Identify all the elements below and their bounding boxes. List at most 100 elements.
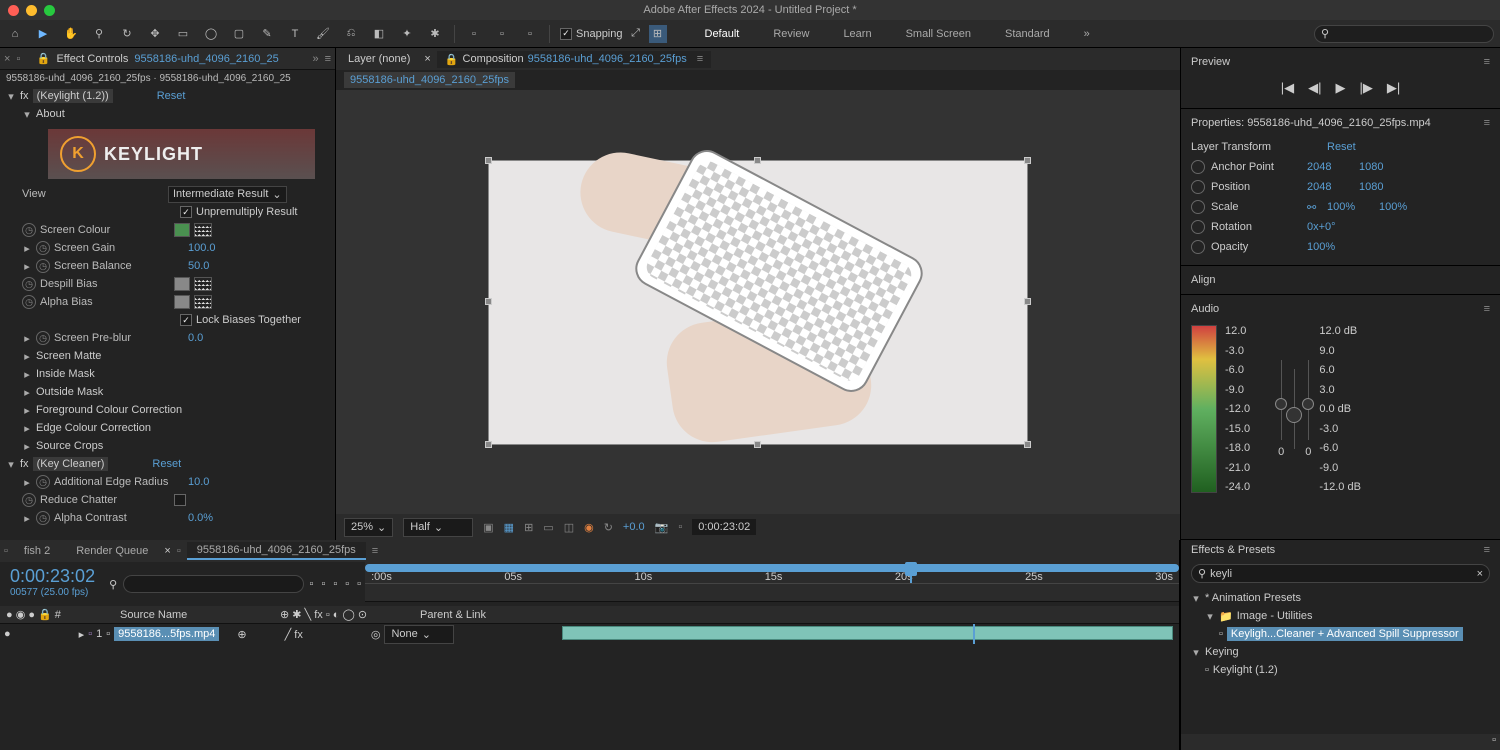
show-snapshot-icon[interactable]: ▫ — [678, 521, 682, 533]
stopwatch-icon[interactable]: ◷ — [22, 295, 36, 309]
stopwatch-icon[interactable]: ◷ — [36, 475, 50, 489]
workspace-standard[interactable]: Standard — [997, 24, 1058, 44]
lock-biases-checkbox[interactable]: ✓ — [180, 314, 192, 326]
pen-tool-icon[interactable]: ✎ — [258, 25, 276, 43]
keylight-reset[interactable]: Reset — [157, 90, 186, 102]
audio-slider-right[interactable] — [1308, 360, 1309, 440]
img-util-folder[interactable]: Image - Utilities — [1237, 610, 1313, 622]
resize-handle[interactable] — [485, 157, 492, 164]
keying-folder[interactable]: Keying — [1205, 646, 1239, 658]
playhead[interactable] — [910, 562, 912, 583]
visibility-icon[interactable]: ● — [4, 628, 11, 640]
keycleaner-effect-name[interactable]: (Key Cleaner) — [33, 457, 109, 471]
alpha-bias-swatch[interactable] — [174, 295, 190, 309]
resize-handle[interactable] — [1024, 157, 1031, 164]
shape-tool-icon[interactable]: ▢ — [230, 25, 248, 43]
help-search[interactable]: ⚲ — [1314, 25, 1494, 43]
orbit-tool-icon[interactable]: ↻ — [118, 25, 136, 43]
anchor-x[interactable]: 2048 — [1307, 161, 1353, 173]
brush-tool-icon[interactable]: 🖌 — [314, 25, 332, 43]
inside-mask-label[interactable]: Inside Mask — [36, 368, 95, 380]
stopwatch-icon[interactable] — [1191, 240, 1205, 254]
snapping-checkbox[interactable]: ✓ — [560, 28, 572, 40]
timeline-tab-renderqueue[interactable]: Render Queue — [66, 543, 158, 559]
eyedropper-icon[interactable] — [194, 277, 212, 291]
audio-slider-left[interactable] — [1281, 360, 1282, 440]
resize-handle[interactable] — [1024, 441, 1031, 448]
workspace-more-icon[interactable]: » — [1076, 24, 1098, 44]
zoom-dropdown[interactable]: 25%⌄ — [344, 518, 393, 537]
home-icon[interactable]: ⌂ — [6, 25, 24, 43]
twirl-icon[interactable]: ▾ — [6, 90, 16, 103]
close-window-icon[interactable] — [8, 5, 19, 16]
fg-colour-label[interactable]: Foreground Colour Correction — [36, 404, 182, 416]
graph-icon-2[interactable]: ▫ — [493, 25, 511, 43]
twirl-icon[interactable]: ▾ — [1191, 646, 1201, 659]
panel-menu-icon[interactable]: ≡ — [325, 53, 331, 65]
twirl-icon[interactable]: ▸ — [22, 332, 32, 345]
fx-badge-icon[interactable]: fx — [20, 90, 29, 102]
keycleaner-reset[interactable]: Reset — [152, 458, 181, 470]
resolution-dropdown[interactable]: Half⌄ — [403, 518, 473, 537]
snap-ext-icon[interactable]: ⤢ — [627, 25, 645, 43]
stopwatch-icon[interactable] — [1191, 220, 1205, 234]
twirl-icon[interactable]: ▸ — [79, 628, 85, 641]
workspace-smallscreen[interactable]: Small Screen — [898, 24, 979, 44]
stopwatch-icon[interactable] — [1191, 200, 1205, 214]
alpha-contrast-value[interactable]: 0.0% — [188, 512, 213, 524]
clear-search-icon[interactable]: × — [1477, 568, 1483, 580]
tl-icon[interactable]: ▫ — [345, 578, 349, 590]
pos-x[interactable]: 2048 — [1307, 181, 1353, 193]
effect-controls-tab[interactable]: Effect Controls — [56, 53, 128, 65]
resize-handle[interactable] — [485, 298, 492, 305]
rect-tool-icon[interactable]: ▭ — [174, 25, 192, 43]
anim-presets-folder[interactable]: * Animation Presets — [1205, 592, 1301, 604]
panel-overflow-icon[interactable]: » — [312, 53, 318, 65]
pan-behind-tool-icon[interactable]: ✥ — [146, 25, 164, 43]
hand-tool-icon[interactable]: ✋ — [62, 25, 80, 43]
close-tab-icon[interactable]: × — [164, 545, 170, 557]
layer-tab[interactable]: Layer (none) — [340, 51, 418, 67]
parent-pickwhip-icon[interactable]: ◎ — [371, 628, 381, 641]
panel-menu-icon[interactable]: ≡ — [372, 545, 378, 557]
link-icon[interactable]: ⚯ — [1307, 201, 1321, 214]
twirl-icon[interactable]: ▸ — [22, 440, 32, 453]
anchor-y[interactable]: 1080 — [1359, 161, 1405, 173]
stopwatch-icon[interactable]: ◷ — [36, 511, 50, 525]
preset-keylight-cleaner[interactable]: Keyligh...Cleaner + Advanced Spill Suppr… — [1227, 627, 1463, 641]
reduce-chatter-checkbox[interactable] — [174, 494, 186, 506]
stopwatch-icon[interactable]: ◷ — [36, 331, 50, 345]
snapshot-icon[interactable]: 📷 — [655, 521, 669, 534]
resize-handle[interactable] — [754, 441, 761, 448]
tl-icon[interactable]: ▫ — [357, 578, 361, 590]
puppet-tool-icon[interactable]: ✱ — [426, 25, 444, 43]
toggle-roi-icon[interactable]: ◫ — [564, 521, 574, 534]
panel-menu-icon[interactable]: ≡ — [1484, 544, 1490, 556]
type-tool-icon[interactable]: T — [286, 25, 304, 43]
screen-matte-label[interactable]: Screen Matte — [36, 350, 101, 362]
source-crops-label[interactable]: Source Crops — [36, 440, 103, 452]
twirl-icon[interactable]: ▾ — [1191, 592, 1201, 605]
toggle-mask-icon[interactable]: ▭ — [543, 521, 553, 534]
viewport-timecode[interactable]: 0:00:23:02 — [692, 519, 756, 535]
screen-gain-value[interactable]: 100.0 — [188, 242, 216, 254]
transform-reset[interactable]: Reset — [1327, 141, 1356, 153]
edge-colour-label[interactable]: Edge Colour Correction — [36, 422, 151, 434]
audio-slider-mid[interactable] — [1294, 369, 1295, 449]
fx-badge-icon[interactable]: fx — [20, 458, 29, 470]
stopwatch-icon[interactable]: ◷ — [36, 241, 50, 255]
workspace-learn[interactable]: Learn — [835, 24, 879, 44]
panel-menu-icon[interactable]: ≡ — [1484, 117, 1490, 129]
scale-y[interactable]: 100% — [1379, 201, 1425, 213]
effects-search-input[interactable] — [1210, 568, 1473, 580]
screen-balance-value[interactable]: 50.0 — [188, 260, 209, 272]
graph-icon-3[interactable]: ▫ — [521, 25, 539, 43]
scale-x[interactable]: 100% — [1327, 201, 1373, 213]
layer-bar[interactable] — [562, 626, 1173, 640]
color-mgmt-icon[interactable]: ◉ — [584, 521, 594, 534]
roto-tool-icon[interactable]: ✦ — [398, 25, 416, 43]
opacity-value[interactable]: 100% — [1307, 241, 1353, 253]
timeline-tab-active[interactable]: 9558186-uhd_4096_2160_25fps — [187, 542, 366, 560]
first-frame-icon[interactable]: |◀ — [1281, 80, 1294, 96]
last-frame-icon[interactable]: ▶| — [1387, 80, 1400, 96]
